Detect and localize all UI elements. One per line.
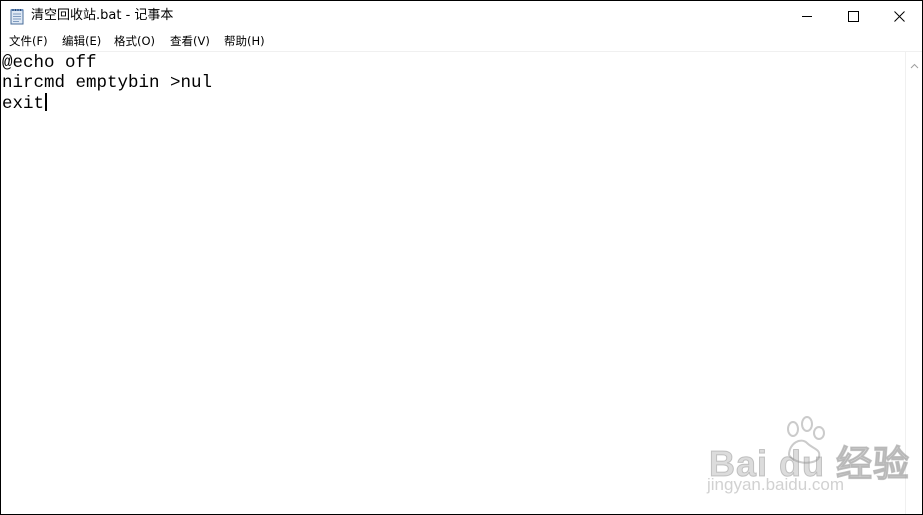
title-bar[interactable]: 清空回收站.bat - 记事本 bbox=[1, 1, 922, 32]
text-caret bbox=[45, 93, 48, 111]
menu-edit[interactable]: 编辑(E) bbox=[62, 32, 101, 51]
menu-file[interactable]: 文件(F) bbox=[9, 32, 48, 51]
menu-bar: 文件(F) 编辑(E) 格式(O) 查看(V) 帮助(H) bbox=[1, 32, 922, 52]
editor-line[interactable]: exit bbox=[2, 93, 48, 114]
baidu-jingyan-watermark: Bai du 经验 jingyan.baidu.com bbox=[705, 415, 910, 499]
notepad-icon[interactable] bbox=[10, 8, 25, 25]
editor-line[interactable]: @echo off bbox=[2, 53, 97, 73]
close-icon bbox=[893, 7, 905, 26]
maximize-icon bbox=[847, 7, 859, 26]
menu-view[interactable]: 查看(V) bbox=[170, 32, 210, 51]
editor-line[interactable]: nircmd emptybin >nul bbox=[2, 73, 212, 93]
maximize-button[interactable] bbox=[830, 1, 876, 32]
editor-line-text: nircmd emptybin >nul bbox=[2, 73, 213, 93]
close-button[interactable] bbox=[876, 1, 922, 32]
window-title: 清空回收站.bat - 记事本 bbox=[31, 8, 174, 23]
watermark-url: jingyan.baidu.com bbox=[707, 475, 845, 494]
menu-help[interactable]: 帮助(H) bbox=[224, 32, 265, 51]
minimize-icon bbox=[801, 7, 813, 26]
editor-line-text: exit bbox=[2, 94, 45, 114]
scroll-up-arrow-icon[interactable] bbox=[910, 56, 919, 69]
notepad-window: 清空回收站.bat - 记事本 文件(F) 编辑(E) 格式(O) 查看(V) … bbox=[0, 0, 923, 515]
minimize-button[interactable] bbox=[784, 1, 830, 32]
editor-line-text: @echo off bbox=[2, 53, 97, 73]
menu-format[interactable]: 格式(O) bbox=[114, 32, 155, 51]
